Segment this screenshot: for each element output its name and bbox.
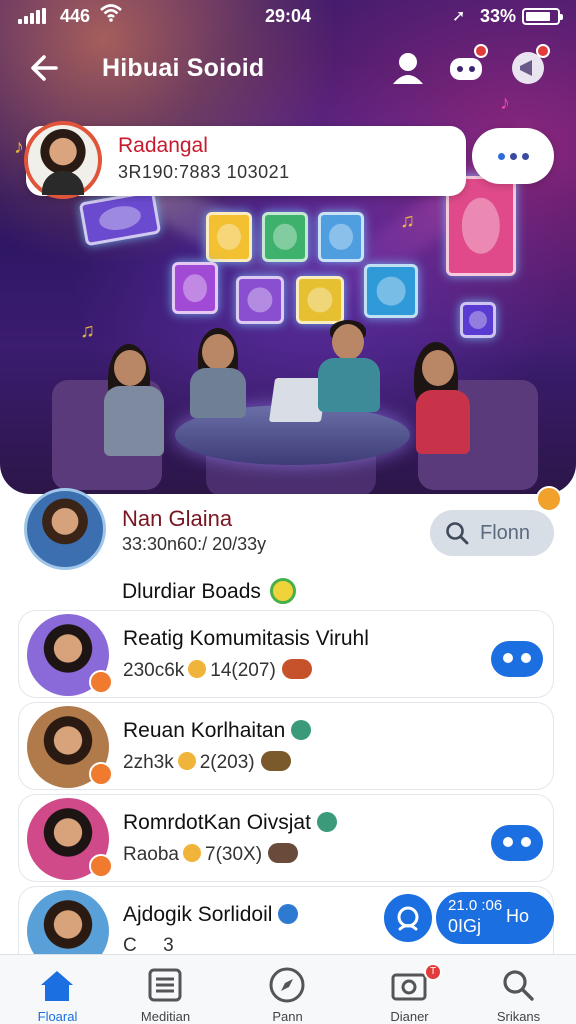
list-item[interactable]: Reatig Komumitasis Viruhl 230c6k 14(207) [18, 610, 554, 698]
timer-line2: 0IGj [448, 916, 482, 936]
timer-line1: 21.0 :06 [448, 897, 503, 914]
game-tile [296, 276, 344, 324]
game-tile [262, 212, 308, 262]
flame-badge-icon [89, 670, 113, 694]
nav-label: Srikans [496, 1009, 541, 1024]
emoji-badge-icon [536, 486, 562, 512]
nav-label: Dianer [390, 1009, 429, 1024]
game-tile [78, 189, 162, 247]
item-meta-left: 2zh3k [123, 752, 174, 773]
back-arrow-icon[interactable] [26, 48, 66, 88]
avatar[interactable] [24, 121, 102, 199]
megaphone-icon[interactable] [508, 44, 550, 88]
status-bar: 446 29:04 ➚ 33% [0, 0, 576, 32]
bottom-nav: Floaral Meditian Pann T Dianer Srikans [0, 954, 576, 1024]
item-meta: Raoba 7(30X) [123, 843, 299, 866]
item-title: Reuan Korlhaitan [123, 719, 312, 743]
chat-button[interactable] [491, 825, 543, 861]
battery-percent: 33% [480, 6, 517, 26]
nav-label: Meditian [140, 1009, 191, 1024]
flame-badge-icon [89, 854, 113, 878]
game-tile [460, 302, 496, 338]
verified-icon [278, 904, 299, 924]
search-icon [503, 970, 534, 1001]
search-icon [446, 522, 469, 545]
item-title-text: Ajdogik Sorlidoil [123, 903, 273, 926]
timer-line3: Ho [506, 906, 530, 926]
camera-icon [391, 973, 427, 1001]
avatar [27, 614, 113, 696]
game-tile [172, 262, 218, 314]
nav-item-home[interactable]: Floaral [0, 955, 115, 1024]
profile-subtitle: 3R190:7883 103021 [118, 162, 290, 182]
bear-emoji-icon [188, 660, 207, 678]
page-title: Hibuai Soioid [102, 54, 265, 82]
item-title: RomrdotKan Oivsjat [123, 811, 337, 835]
more-options-button[interactable] [472, 128, 554, 184]
location-icon: ➚ [452, 8, 466, 25]
item-meta-left: 230c6k [123, 660, 185, 681]
list-icon [148, 968, 182, 1002]
verified-icon [316, 812, 337, 832]
search-fab[interactable] [382, 892, 434, 944]
smile-icon [270, 578, 296, 604]
game-tile [206, 212, 252, 262]
nav-label: Pann [272, 1009, 303, 1024]
nav-label: Floaral [37, 1009, 78, 1024]
bear-emoji-icon [183, 844, 201, 862]
reaction-icon [281, 659, 312, 679]
reaction-icon [260, 751, 291, 771]
search-join-button[interactable]: Flonn [430, 510, 554, 556]
item-meta: 230c6k 14(207) [123, 659, 312, 682]
game-tile [236, 276, 284, 324]
profile-icon[interactable] [388, 48, 428, 88]
nav-item-dianer[interactable]: T Dianer [352, 955, 467, 1024]
host-name: Nan Glaina [122, 506, 233, 531]
item-title: Reatig Komumitasis Viruhl [123, 627, 369, 650]
section-title: Dlurdiar Boads [122, 580, 261, 603]
list-item[interactable]: Reuan Korlhaitan 2zh3k 2(203) [18, 702, 554, 790]
item-title-text: Reuan Korlhaitan [123, 719, 286, 742]
battery-icon [522, 8, 563, 25]
profile-name: Radangal [118, 134, 208, 157]
nav-item-meditian[interactable]: Meditian [108, 955, 223, 1024]
item-meta-right: 2(203) [199, 752, 255, 773]
notification-badge: T [424, 963, 442, 981]
home-icon [41, 971, 73, 1001]
item-meta-left: C [123, 935, 137, 956]
item-meta-left: Raoba [123, 844, 179, 865]
item-meta-right: 7(30X) [205, 844, 263, 865]
reaction-icon [268, 843, 299, 863]
list-item[interactable]: RomrdotKan Oivsjat Raoba 7(30X) [18, 794, 554, 882]
host-meta: 33:30n60:/ 20/33y [122, 534, 267, 554]
compass-icon [269, 967, 305, 1003]
item-title-text: RomrdotKan Oivsjat [123, 811, 311, 834]
music-note-icon: ♪ [500, 92, 510, 114]
chat-icon[interactable] [446, 44, 488, 88]
avatar [27, 706, 113, 788]
verified-icon [291, 720, 312, 740]
music-note-icon: ♫ [80, 320, 95, 342]
game-tile [364, 264, 418, 318]
join-label: Flonn [480, 522, 531, 544]
item-title: Ajdogik Sorlidoil [123, 903, 299, 927]
live-timer-widget[interactable]: 21.0 :06 0IGj Ho [436, 892, 554, 944]
avatar[interactable] [24, 488, 106, 570]
item-meta-right: 3 [163, 935, 174, 956]
bear-emoji-icon [177, 752, 196, 770]
game-tile [318, 212, 364, 262]
music-note-icon: ♫ [400, 210, 415, 232]
chat-button[interactable] [491, 641, 543, 677]
avatar [27, 798, 113, 880]
music-note-icon: ♪ [14, 136, 24, 158]
search-icon [397, 906, 419, 931]
flame-badge-icon [89, 762, 113, 786]
hero-banner: ♪ ♫ ♪ ♫ [0, 0, 576, 494]
item-meta-right: 14(207) [210, 660, 276, 681]
nav-item-pann[interactable]: Pann [230, 955, 345, 1024]
item-meta: 2zh3k 2(203) [123, 751, 291, 774]
nav-item-srikans[interactable]: Srikans [461, 955, 576, 1024]
